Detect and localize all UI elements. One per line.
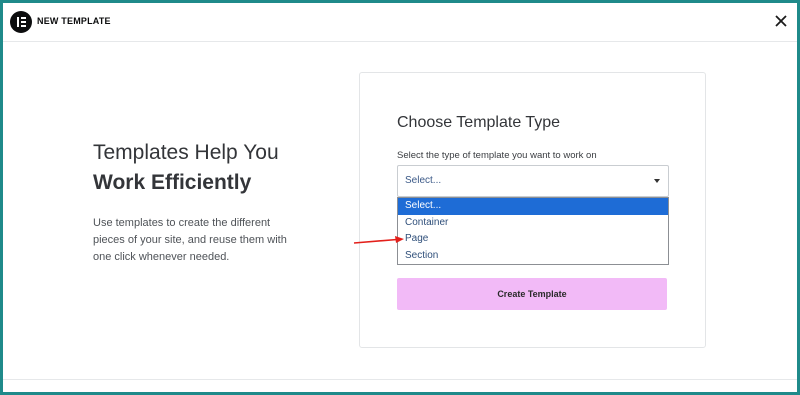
option-container[interactable]: Container xyxy=(398,215,668,232)
template-type-dropdown: Select... Container Page Section xyxy=(397,197,669,265)
close-icon[interactable] xyxy=(773,13,789,29)
template-form-card: Choose Template Type Select the type of … xyxy=(359,72,706,348)
elementor-logo-icon xyxy=(10,11,32,33)
modal-header: NEW TEMPLATE xyxy=(3,3,797,42)
option-page[interactable]: Page xyxy=(398,231,668,248)
intro-heading-line1: Templates Help You xyxy=(93,141,279,164)
form-title: Choose Template Type xyxy=(397,114,561,131)
intro-heading: Templates Help You Work Efficiently xyxy=(93,138,279,198)
template-type-select[interactable]: Select... xyxy=(397,165,669,197)
intro-description: Use templates to create the different pi… xyxy=(93,217,287,263)
template-type-label: Select the type of template you want to … xyxy=(397,150,597,161)
modal-title: NEW TEMPLATE xyxy=(37,16,111,26)
select-current-value: Select... xyxy=(405,175,442,186)
annotation-arrow-icon xyxy=(353,236,404,244)
modal-window: NEW TEMPLATE Templates Help You Work Eff… xyxy=(3,3,797,392)
create-template-button[interactable]: Create Template xyxy=(397,278,667,310)
chevron-down-icon xyxy=(654,179,660,183)
option-select[interactable]: Select... xyxy=(398,198,668,215)
option-section[interactable]: Section xyxy=(398,248,668,265)
footer-divider xyxy=(3,379,797,380)
intro-heading-line2: Work Efficiently xyxy=(93,171,252,194)
